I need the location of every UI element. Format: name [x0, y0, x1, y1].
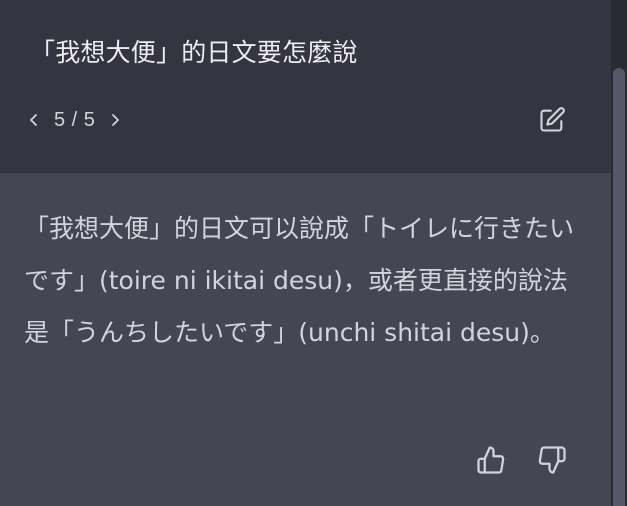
chevron-right-icon[interactable] — [107, 110, 123, 130]
assistant-message-text: 「我想大便」的日文可以說成「トイレに行きたいです」(toire ni ikita… — [24, 214, 575, 347]
thumbs-down-icon — [538, 446, 566, 474]
thumbs-up-icon — [477, 446, 505, 474]
edit-icon — [540, 107, 565, 132]
user-message: 「我想大便」的日文要怎麼說 5 / 5 — [0, 0, 611, 173]
pager-count: 5 / 5 — [54, 108, 96, 131]
user-message-text: 「我想大便」的日文要怎麼說 — [30, 38, 358, 67]
message-pager: 5 / 5 — [26, 104, 123, 136]
assistant-message: 「我想大便」的日文可以說成「トイレに行きたいです」(toire ni ikita… — [0, 173, 611, 506]
thumbs-down-button[interactable] — [535, 443, 569, 477]
edit-message-button[interactable] — [536, 104, 568, 136]
scrollbar-thumb[interactable] — [613, 68, 625, 506]
thumbs-up-button[interactable] — [474, 443, 508, 477]
chevron-left-icon[interactable] — [26, 110, 42, 130]
